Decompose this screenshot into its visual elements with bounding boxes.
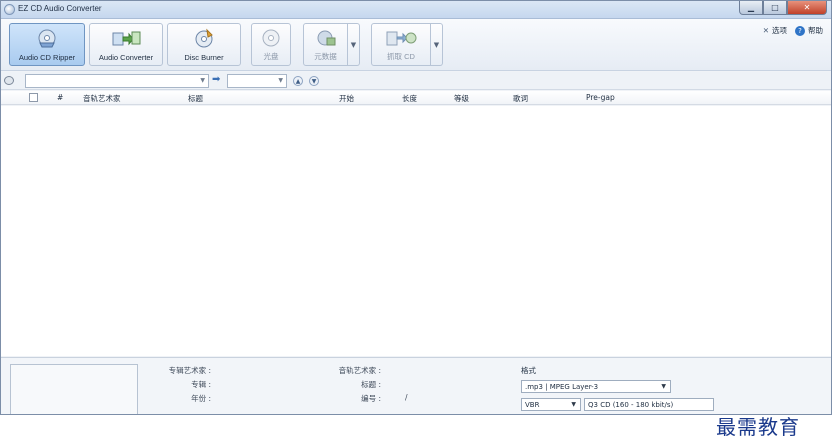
table-header: # 音轨艺术家 标题 开始 长度 等级 歌词 Pre-gap bbox=[1, 91, 831, 105]
metadata-icon bbox=[317, 30, 335, 46]
help-menu[interactable]: ? 帮助 bbox=[795, 25, 823, 36]
close-button[interactable]: ✕ bbox=[787, 1, 827, 15]
cd-ripper-icon bbox=[38, 29, 56, 48]
drive-icon bbox=[4, 76, 14, 85]
help-label: 帮助 bbox=[808, 26, 823, 35]
disc-burner-label: Disc Burner bbox=[184, 53, 224, 62]
quality-select[interactable]: Q3 CD (160 - 180 kbit/s) bbox=[584, 398, 714, 411]
album-art[interactable] bbox=[10, 364, 138, 414]
disc-burner-icon bbox=[195, 28, 213, 48]
disc-burner-button[interactable]: Disc Burner bbox=[167, 23, 241, 66]
format-value: .mp3 | MPEG Layer-3 bbox=[525, 383, 599, 391]
format-title: 格式 bbox=[521, 366, 536, 375]
year-label: 年份 : bbox=[191, 394, 211, 403]
minimize-button[interactable]: ▁ bbox=[739, 1, 763, 15]
top-right-menu: ✕ 选项 ? 帮助 bbox=[763, 25, 823, 36]
drive-bar: ▼ ➡ ▼ ▲ ▼ bbox=[1, 72, 831, 90]
window-controls: ▁ □ ✕ bbox=[739, 1, 827, 15]
rip-cd-button[interactable]: 抓取 CD bbox=[371, 23, 431, 66]
metadata-label: 元数据 bbox=[314, 52, 337, 61]
audio-converter-button[interactable]: Audio Converter bbox=[89, 23, 163, 66]
ribbon-toolbar: Audio CD Ripper Audio Converter Disc Bur… bbox=[1, 19, 831, 71]
col-lyrics[interactable]: 歌词 bbox=[513, 93, 528, 104]
app-window: EZ CD Audio Converter ▁ □ ✕ Audio CD Rip… bbox=[0, 0, 832, 415]
col-track-artist[interactable]: 音轨艺术家 bbox=[83, 93, 121, 104]
chevron-down-icon: ▼ bbox=[278, 77, 283, 84]
rip-cd-icon bbox=[386, 31, 417, 46]
col-title[interactable]: 标题 bbox=[188, 93, 203, 104]
col-rating[interactable]: 等级 bbox=[454, 93, 469, 104]
mode-value: VBR bbox=[525, 401, 540, 409]
audio-cd-ripper-button[interactable]: Audio CD Ripper bbox=[9, 23, 85, 66]
col-length[interactable]: 长度 bbox=[402, 93, 417, 104]
chevron-down-icon: ▼ bbox=[200, 77, 205, 84]
window-title: EZ CD Audio Converter bbox=[18, 4, 102, 13]
maximize-button[interactable]: □ bbox=[763, 1, 787, 15]
format-select[interactable]: .mp3 | MPEG Layer-3 ▼ bbox=[521, 380, 671, 393]
track-artist-label: 音轨艺术家 : bbox=[338, 366, 381, 375]
track-list[interactable] bbox=[1, 106, 831, 356]
options-menu[interactable]: ✕ 选项 bbox=[763, 25, 787, 36]
metadata-button[interactable]: 元数据 bbox=[303, 23, 348, 66]
album-label: 专辑 : bbox=[191, 380, 211, 389]
col-number[interactable]: # bbox=[57, 93, 63, 102]
load-button[interactable]: ▼ bbox=[309, 76, 319, 86]
album-artist-label: 专辑艺术家 : bbox=[168, 366, 211, 375]
disc-button[interactable]: 光盘 bbox=[251, 23, 291, 66]
disc-icon bbox=[262, 29, 280, 47]
select-all-checkbox[interactable] bbox=[29, 93, 38, 102]
options-label: 选项 bbox=[772, 26, 787, 35]
title-bar: EZ CD Audio Converter ▁ □ ✕ bbox=[1, 1, 831, 19]
col-start[interactable]: 开始 bbox=[339, 93, 354, 104]
options-icon: ✕ bbox=[762, 26, 769, 35]
help-icon: ? bbox=[795, 25, 805, 36]
number-label: 编号 : bbox=[361, 394, 381, 403]
app-icon bbox=[4, 4, 15, 15]
speed-select[interactable]: ▼ bbox=[227, 74, 287, 88]
rip-cd-label: 抓取 CD bbox=[387, 52, 415, 61]
audio-converter-label: Audio Converter bbox=[98, 53, 154, 62]
audio-converter-icon bbox=[112, 31, 141, 46]
mode-select[interactable]: VBR ▼ bbox=[521, 398, 581, 411]
rip-cd-dropdown[interactable]: ▼ bbox=[431, 23, 443, 66]
arrow-right-icon: ➡ bbox=[212, 74, 221, 85]
chevron-down-icon: ▼ bbox=[571, 401, 576, 408]
col-pregap[interactable]: Pre-gap bbox=[586, 93, 615, 102]
drive-select[interactable]: ▼ bbox=[25, 74, 209, 88]
metadata-panel: 专辑艺术家 : 专辑 : 年份 : 音轨艺术家 : 标题 : 编号 : / 格式… bbox=[1, 357, 831, 414]
title-label: 标题 : bbox=[361, 380, 381, 389]
quality-value: Q3 CD (160 - 180 kbit/s) bbox=[588, 401, 674, 409]
chevron-down-icon: ▼ bbox=[661, 383, 666, 390]
audio-cd-ripper-label: Audio CD Ripper bbox=[18, 53, 76, 62]
metadata-dropdown[interactable]: ▼ bbox=[348, 23, 360, 66]
eject-button[interactable]: ▲ bbox=[293, 76, 303, 86]
number-value[interactable]: / bbox=[405, 393, 408, 402]
disc-label: 光盘 bbox=[263, 52, 279, 61]
